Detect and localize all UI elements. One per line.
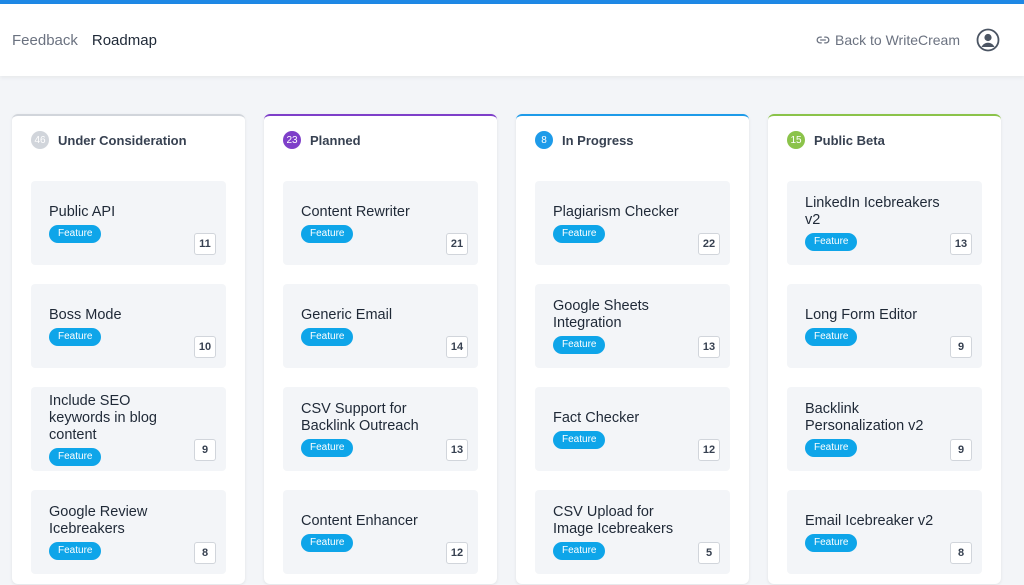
card-list: Content Rewriter Feature 21 Generic Emai…	[264, 164, 497, 574]
card-title: CSV Support for Backlink Outreach	[301, 401, 419, 434]
feature-tag: Feature	[49, 327, 102, 346]
card-title: Public API	[49, 203, 116, 220]
card-title: Generic Email	[301, 306, 393, 323]
column-count-badge: 8	[535, 131, 553, 149]
vote-count[interactable]: 14	[446, 336, 468, 358]
roadmap-card[interactable]: LinkedIn Icebreakers v2 Feature 13	[787, 181, 982, 265]
link-icon	[816, 36, 830, 44]
roadmap-card[interactable]: Boss Mode Feature 10	[31, 284, 226, 368]
vote-count[interactable]: 5	[698, 542, 720, 564]
roadmap-card[interactable]: Fact Checker Feature 12	[535, 387, 730, 471]
card-title: Content Rewriter	[301, 203, 410, 220]
feature-tag: Feature	[553, 224, 606, 243]
feature-tag: Feature	[301, 327, 354, 346]
vote-count[interactable]: 22	[698, 233, 720, 255]
vote-count[interactable]: 8	[950, 542, 972, 564]
feature-tag: Feature	[805, 439, 858, 457]
column-title: Public Beta	[814, 132, 885, 148]
vote-count[interactable]: 9	[194, 439, 216, 461]
roadmap-card[interactable]: CSV Upload for Image Icebreakers Feature…	[535, 490, 730, 574]
column-title: Planned	[310, 132, 361, 148]
main-nav: Feedback Roadmap	[12, 32, 171, 49]
card-title: Email Icebreaker v2	[805, 512, 934, 529]
feature-tag: Feature	[49, 447, 102, 466]
feature-tag: Feature	[301, 439, 354, 457]
column-count-badge: 46	[31, 131, 49, 149]
roadmap-card[interactable]: CSV Support for Backlink Outreach Featur…	[283, 387, 478, 471]
roadmap-card[interactable]: Plagiarism Checker Feature 22	[535, 181, 730, 265]
card-title: LinkedIn Icebreakers v2	[805, 195, 940, 228]
column-title: In Progress	[562, 132, 634, 148]
vote-count[interactable]: 21	[446, 233, 468, 255]
nav-roadmap-link[interactable]: Roadmap	[92, 32, 157, 49]
roadmap-board: 46 Under Consideration Public API Featur…	[12, 114, 1001, 584]
card-title: Include SEO keywords in blog content	[49, 392, 157, 443]
card-title: Google Sheets Integration	[553, 298, 649, 331]
column-header: 46 Under Consideration	[12, 116, 245, 164]
vote-count[interactable]: 9	[950, 336, 972, 358]
roadmap-card[interactable]: Include SEO keywords in blog content Fea…	[31, 387, 226, 471]
roadmap-card[interactable]: Backlink Personalization v2 Feature 9	[787, 387, 982, 471]
card-list: LinkedIn Icebreakers v2 Feature 13 Long …	[768, 164, 1001, 574]
column-public-beta: 15 Public Beta LinkedIn Icebreakers v2 F…	[768, 114, 1001, 584]
back-link-label: Back to WriteCream	[835, 32, 960, 48]
feature-tag: Feature	[553, 542, 606, 560]
feature-tag: Feature	[49, 224, 102, 243]
feature-tag: Feature	[805, 233, 858, 251]
vote-count[interactable]: 12	[446, 542, 468, 564]
roadmap-card[interactable]: Email Icebreaker v2 Feature 8	[787, 490, 982, 574]
roadmap-card[interactable]: Public API Feature 11	[31, 181, 226, 265]
column-header: 15 Public Beta	[768, 116, 1001, 164]
feature-tag: Feature	[553, 430, 606, 449]
feature-tag: Feature	[49, 542, 102, 560]
card-title: Content Enhancer	[301, 512, 418, 529]
vote-count[interactable]: 11	[194, 233, 216, 255]
card-title: Google Review Icebreakers	[49, 504, 148, 537]
card-title: Plagiarism Checker	[553, 203, 679, 220]
card-title: Long Form Editor	[805, 306, 918, 323]
column-header: 23 Planned	[264, 116, 497, 164]
vote-count[interactable]: 13	[446, 439, 468, 461]
vote-count[interactable]: 13	[698, 336, 720, 358]
roadmap-card[interactable]: Google Review Icebreakers Feature 8	[31, 490, 226, 574]
vote-count[interactable]: 12	[698, 439, 720, 461]
header-right: Back to WriteCream	[816, 28, 1000, 52]
roadmap-card[interactable]: Content Enhancer Feature 12	[283, 490, 478, 574]
roadmap-card[interactable]: Long Form Editor Feature 9	[787, 284, 982, 368]
column-in-progress: 8 In Progress Plagiarism Checker Feature…	[516, 114, 749, 584]
roadmap-card[interactable]: Content Rewriter Feature 21	[283, 181, 478, 265]
nav-feedback-link[interactable]: Feedback	[12, 32, 78, 49]
vote-count[interactable]: 9	[950, 439, 972, 461]
column-count-badge: 23	[283, 131, 301, 149]
card-list: Public API Feature 11 Boss Mode Feature …	[12, 164, 245, 574]
back-to-writecream-link[interactable]: Back to WriteCream	[816, 32, 960, 48]
column-planned: 23 Planned Content Rewriter Feature 21 G…	[264, 114, 497, 584]
card-title: Fact Checker	[553, 409, 640, 426]
column-header: 8 In Progress	[516, 116, 749, 164]
feature-tag: Feature	[301, 224, 354, 243]
card-title: CSV Upload for Image Icebreakers	[553, 504, 674, 537]
roadmap-card[interactable]: Generic Email Feature 14	[283, 284, 478, 368]
roadmap-card[interactable]: Google Sheets Integration Feature 13	[535, 284, 730, 368]
user-avatar-icon[interactable]	[976, 28, 1000, 52]
card-title: Backlink Personalization v2	[805, 401, 924, 434]
feature-tag: Feature	[805, 533, 858, 552]
top-header: Feedback Roadmap Back to WriteCream	[0, 4, 1024, 76]
column-count-badge: 15	[787, 131, 805, 149]
column-title: Under Consideration	[58, 132, 187, 148]
card-title: Boss Mode	[49, 306, 122, 323]
feature-tag: Feature	[301, 533, 354, 552]
column-under-consideration: 46 Under Consideration Public API Featur…	[12, 114, 245, 584]
vote-count[interactable]: 13	[950, 233, 972, 255]
vote-count[interactable]: 8	[194, 542, 216, 564]
feature-tag: Feature	[805, 327, 858, 346]
vote-count[interactable]: 10	[194, 336, 216, 358]
feature-tag: Feature	[553, 336, 606, 354]
card-list: Plagiarism Checker Feature 22 Google She…	[516, 164, 749, 574]
